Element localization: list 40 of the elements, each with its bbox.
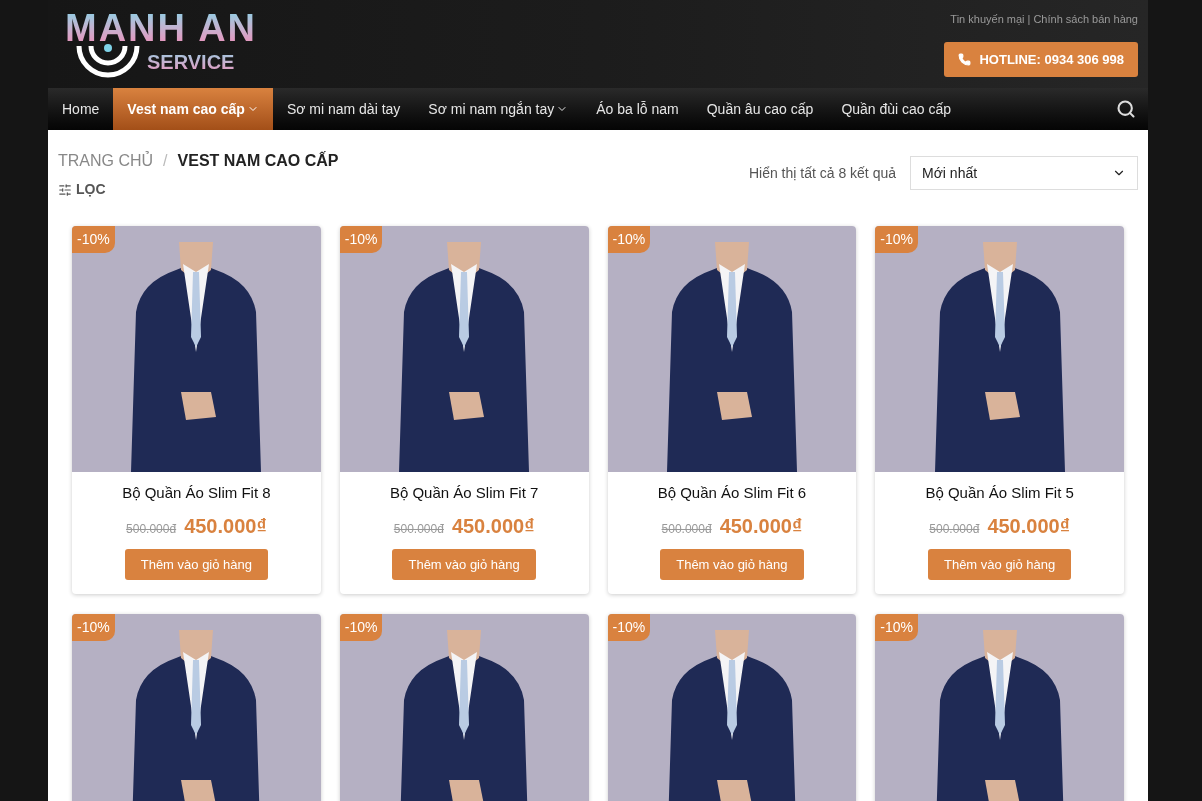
promo-link[interactable]: Tin khuyến mại	[950, 11, 1025, 28]
result-count: Hiển thị tất cả 8 kết quả	[748, 164, 896, 183]
nav-item[interactable]: Vest nam cao cấp	[113, 88, 273, 130]
price: 450.000₫	[987, 513, 1070, 539]
discount-badge: -10%	[607, 614, 651, 641]
discount-badge: -10%	[72, 614, 115, 641]
old-price: 500.000đ	[661, 520, 712, 538]
search-icon[interactable]	[1116, 99, 1136, 119]
sort-select[interactable]: Mới nhất	[910, 156, 1138, 190]
discount-badge: -10%	[607, 226, 651, 253]
signal-rings-icon	[75, 44, 141, 80]
price: 450.000₫	[451, 513, 535, 539]
filter-button[interactable]: LỌC	[58, 179, 339, 200]
old-price: 500.000đ	[929, 520, 980, 538]
sliders-icon	[58, 182, 72, 197]
nav-item[interactable]: Home	[48, 88, 114, 130]
price: 450.000₫	[184, 513, 267, 539]
product-name[interactable]: Bộ Quần Áo Slim Fit 6	[657, 482, 807, 505]
breadcrumb-home-link[interactable]: TRANG CHỦ	[58, 149, 154, 173]
old-price: 500.000đ	[126, 520, 177, 538]
nav-item[interactable]: Sơ mi nam ngắn tay	[414, 88, 583, 130]
product-name[interactable]: Bộ Quần Áo Slim Fit 8	[122, 482, 271, 505]
product-name[interactable]: Bộ Quần Áo Slim Fit 7	[389, 482, 539, 505]
discount-badge: -10%	[339, 226, 383, 253]
phone-icon	[958, 52, 972, 66]
link-separator: |	[1027, 12, 1031, 27]
discount-badge: -10%	[339, 614, 383, 641]
breadcrumb-current: VEST NAM CAO CẤP	[177, 150, 339, 171]
nav-item[interactable]: Quần đùi cao cấp	[827, 88, 966, 130]
old-price: 500.000đ	[393, 520, 444, 538]
nav-item[interactable]: Sơ mi nam dài tay	[272, 88, 415, 130]
product-name[interactable]: Bộ Quần Áo Slim Fit 5	[925, 482, 1074, 505]
nav-item[interactable]: Quần âu cao cấp	[692, 88, 828, 130]
price: 450.000₫	[719, 513, 803, 539]
nav-item[interactable]: Áo ba lỗ nam	[582, 88, 693, 130]
discount-badge: -10%	[72, 226, 115, 253]
breadcrumb-separator: /	[163, 151, 168, 171]
discount-badge: -10%	[875, 226, 918, 253]
sales-policy-link[interactable]: Chính sách bán hàng	[1033, 11, 1138, 28]
discount-badge: -10%	[875, 614, 918, 641]
